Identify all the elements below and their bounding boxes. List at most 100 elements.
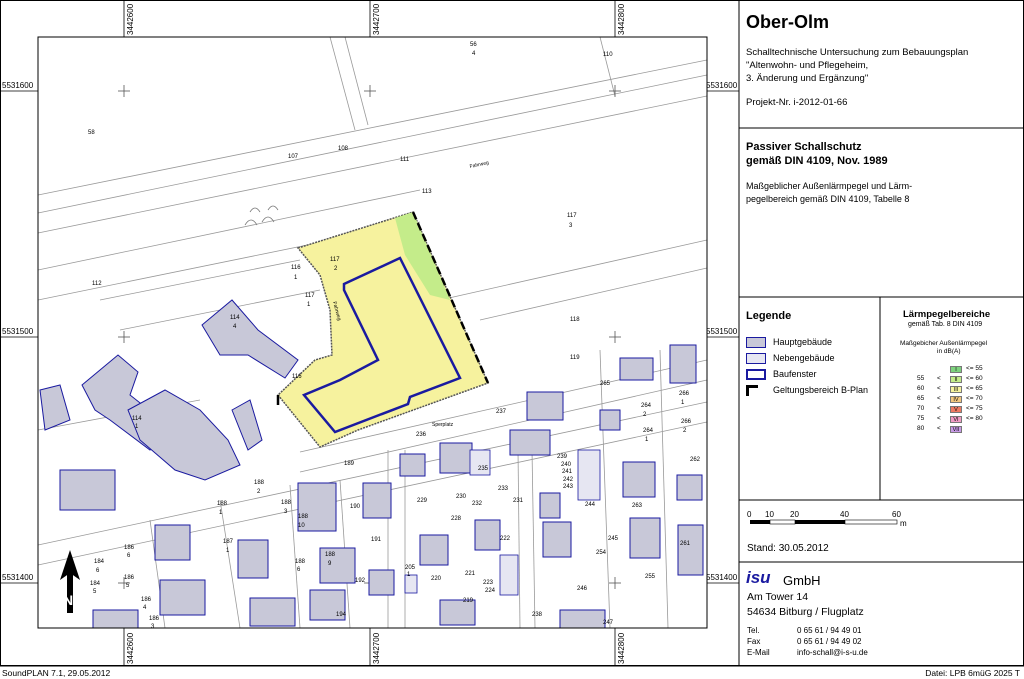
svg-text:237: 237 <box>496 409 507 415</box>
svg-text:263: 263 <box>632 503 643 509</box>
noise-title: Lärmpegelbereiche <box>903 309 991 320</box>
legend-swatch-side-building <box>746 353 766 364</box>
svg-text:241: 241 <box>562 469 573 475</box>
contact-email-value: info-schall@i-s-u.de <box>797 648 868 657</box>
company-logo: isu <box>746 568 771 587</box>
stand-date: Stand: 30.05.2012 <box>747 543 829 554</box>
svg-text:221: 221 <box>465 571 476 577</box>
level-1-box: I <box>950 366 962 373</box>
svg-text:117: 117 <box>305 293 315 299</box>
level-7-box: VII <box>950 426 962 433</box>
svg-text:184: 184 <box>90 581 101 587</box>
svg-text:230: 230 <box>456 494 467 500</box>
section-title-2: gemäß DIN 4109, Nov. 1989 <box>746 155 888 167</box>
svg-text:5531400: 5531400 <box>2 573 34 582</box>
svg-text:262: 262 <box>690 457 701 463</box>
svg-text:5531400: 5531400 <box>706 573 738 582</box>
svg-text:107: 107 <box>288 154 299 160</box>
svg-text:5531500: 5531500 <box>2 327 34 336</box>
svg-text:3442800: 3442800 <box>617 3 626 35</box>
legend-swatch-main-building <box>746 337 766 348</box>
footer-file: Datei: LPB 6mü​G 2025 T <box>925 668 1020 678</box>
level-6-high: <= 80 <box>966 415 983 422</box>
svg-text:114: 114 <box>230 315 240 321</box>
svg-text:222: 222 <box>500 536 511 542</box>
description-line-1: Schalltechnische Untersuchung zum Bebauu… <box>746 47 969 58</box>
section-title-1: Passiver Schallschutz <box>746 141 862 153</box>
contact-fax-label: Fax <box>747 637 761 646</box>
svg-text:264: 264 <box>643 428 654 434</box>
svg-text:266: 266 <box>681 419 692 425</box>
scale-tick-40: 40 <box>840 510 849 519</box>
level-4-sym: < <box>937 395 941 402</box>
svg-text:186: 186 <box>124 575 135 581</box>
svg-text:188: 188 <box>254 480 265 486</box>
svg-text:113: 113 <box>422 189 432 195</box>
noise-caption-1: Maßgebicher Außenlärmpegel <box>900 340 988 347</box>
level-6-box: VI <box>950 416 962 423</box>
level-4-box: IV <box>950 396 962 403</box>
svg-text:219: 219 <box>463 598 474 604</box>
scale-unit: m <box>900 519 907 528</box>
svg-text:194: 194 <box>336 612 347 618</box>
svg-text:232: 232 <box>472 501 483 507</box>
svg-text:264: 264 <box>641 403 652 409</box>
scale-tick-60: 60 <box>892 510 901 519</box>
level-5-box: V <box>950 406 962 413</box>
svg-text:240: 240 <box>561 462 572 468</box>
level-7-sym: < <box>937 425 941 432</box>
svg-text:3442600: 3442600 <box>126 632 135 664</box>
level-2-high: <= 60 <box>966 375 983 382</box>
svg-text:235: 235 <box>478 466 489 472</box>
svg-text:116: 116 <box>291 265 301 271</box>
scale-tick-20: 20 <box>790 510 799 519</box>
contact-fax-value: 0 65 61 / 94 49 02 <box>797 637 862 646</box>
noise-caption-2: in dB(A) <box>937 348 961 355</box>
svg-text:243: 243 <box>563 484 574 490</box>
svg-text:3442700: 3442700 <box>372 632 381 664</box>
svg-text:3442800: 3442800 <box>617 632 626 664</box>
svg-text:110: 110 <box>603 52 613 58</box>
svg-text:254: 254 <box>596 550 607 556</box>
project-number: Projekt-Nr. i-2012-01-66 <box>746 97 848 108</box>
level-7-low: 80 <box>917 425 925 432</box>
svg-text:5531500: 5531500 <box>706 327 738 336</box>
svg-text:111: 111 <box>400 157 410 163</box>
svg-text:224: 224 <box>485 588 496 594</box>
svg-text:116: 116 <box>292 374 302 380</box>
svg-text:188: 188 <box>325 552 336 558</box>
legend-label-geltungsbereich: Geltungsbereich B-Plan <box>773 385 869 395</box>
svg-text:5531600: 5531600 <box>2 81 34 90</box>
svg-text:265: 265 <box>600 381 611 387</box>
legend-label-side-building: Nebengebäude <box>773 353 835 363</box>
svg-text:10: 10 <box>298 523 305 529</box>
svg-text:112: 112 <box>92 281 102 287</box>
map-content: 56 4 110 58 107 108 111 113 117 3 112 11… <box>38 37 707 628</box>
legend-title: Legende <box>746 310 792 322</box>
svg-text:N: N <box>63 592 73 608</box>
legend-swatch-geltungsbereich <box>746 385 758 396</box>
company-name: GmbH <box>783 573 821 588</box>
level-3-box: III <box>950 386 962 393</box>
svg-text:239: 239 <box>557 454 568 460</box>
company-address-1: Am Tower 14 <box>747 591 809 603</box>
project-title: Ober-Olm <box>746 12 830 32</box>
description-line-2: "Altenwohn- und Pflegeheim, <box>746 60 869 71</box>
level-3-high: <= 65 <box>966 385 983 392</box>
footer-software: SoundPLAN 7.1, 29.05.2012 <box>2 668 111 678</box>
level-6-low: 75 <box>917 415 925 422</box>
company-address-2: 54634 Bitburg / Flugplatz <box>747 606 864 618</box>
map-area: 56 4 110 58 107 108 111 113 117 3 112 11… <box>37 36 708 629</box>
level-5-low: 70 <box>917 405 925 412</box>
svg-text:188: 188 <box>295 559 306 565</box>
svg-text:242: 242 <box>563 477 574 483</box>
svg-text:247: 247 <box>603 620 614 626</box>
level-4-low: 65 <box>917 395 925 402</box>
svg-text:261: 261 <box>680 541 691 547</box>
svg-text:244: 244 <box>585 502 596 508</box>
svg-text:Sperplatz: Sperplatz <box>432 422 454 428</box>
level-6-sym: < <box>937 415 941 422</box>
legend-swatch-baufenster <box>746 369 766 380</box>
svg-text:118: 118 <box>570 317 580 323</box>
svg-text:186: 186 <box>149 616 160 622</box>
